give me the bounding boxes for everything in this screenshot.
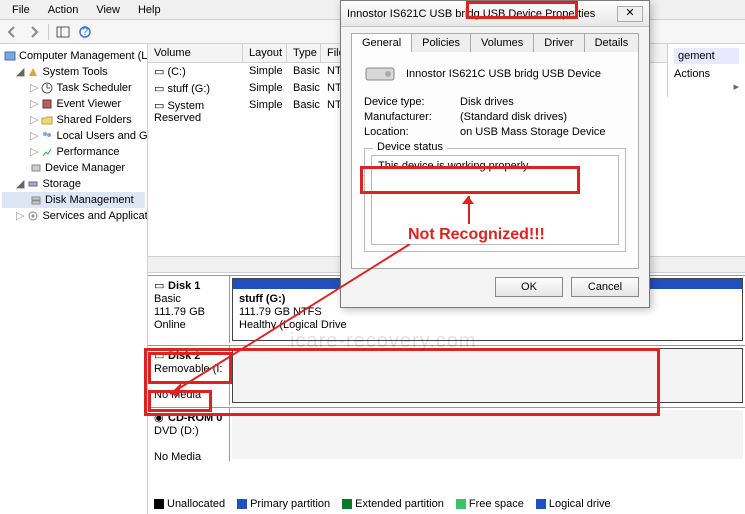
tree-event-viewer[interactable]: ▷Event Viewer bbox=[2, 96, 145, 112]
tree-services[interactable]: ▷Services and Applications bbox=[2, 208, 145, 224]
ok-button[interactable]: OK bbox=[495, 277, 563, 297]
tree-system-tools[interactable]: ◢System Tools bbox=[2, 64, 145, 80]
device-type: Disk drives bbox=[460, 96, 514, 108]
disk-row-2[interactable]: ▭Disk 2 Removable (I: No Media bbox=[148, 345, 745, 405]
tab-policies[interactable]: Policies bbox=[411, 33, 471, 52]
menu-help[interactable]: Help bbox=[130, 2, 169, 18]
tree-device-manager[interactable]: Device Manager bbox=[2, 160, 145, 176]
cdrom-partition[interactable] bbox=[232, 410, 743, 459]
disk2-label: ▭Disk 2 Removable (I: No Media bbox=[148, 346, 230, 405]
disk1-label: ▭Disk 1 Basic 111.79 GB Online bbox=[148, 276, 230, 343]
annotation-text: Not Recognized!!! bbox=[408, 226, 545, 244]
device-name: Innostor IS621C USB bridg USB Device bbox=[406, 68, 601, 80]
help-icon[interactable]: ? bbox=[77, 24, 93, 40]
tab-details[interactable]: Details bbox=[584, 33, 640, 52]
close-icon[interactable]: ✕ bbox=[617, 6, 643, 22]
tree-task-scheduler[interactable]: ▷Task Scheduler bbox=[2, 80, 145, 96]
actions-pane: gement Actions ▸ bbox=[667, 44, 745, 97]
tab-driver[interactable]: Driver bbox=[533, 33, 584, 52]
nav-tree[interactable]: Computer Management (Local ◢System Tools… bbox=[0, 44, 148, 514]
col-volume[interactable]: Volume bbox=[148, 44, 243, 62]
show-hide-icon[interactable] bbox=[55, 24, 71, 40]
tree-local-users[interactable]: ▷Local Users and Groups bbox=[2, 128, 145, 144]
tab-volumes[interactable]: Volumes bbox=[470, 33, 534, 52]
tree-performance[interactable]: ▷Performance bbox=[2, 144, 145, 160]
disk-map: ▭Disk 1 Basic 111.79 GB Online stuff (G:… bbox=[148, 273, 745, 514]
chevron-right-icon[interactable]: ▸ bbox=[733, 80, 739, 93]
menu-view[interactable]: View bbox=[88, 2, 128, 18]
watermark: icare-recovery.com bbox=[290, 330, 477, 353]
tab-general[interactable]: General bbox=[351, 33, 412, 52]
back-icon[interactable] bbox=[4, 24, 20, 40]
svg-text:?: ? bbox=[82, 26, 88, 38]
col-type[interactable]: Type bbox=[287, 44, 321, 62]
location: on USB Mass Storage Device bbox=[460, 126, 606, 138]
disk2-partition[interactable] bbox=[232, 348, 743, 403]
tree-storage[interactable]: ◢Storage bbox=[2, 176, 145, 192]
menu-action[interactable]: Action bbox=[40, 2, 87, 18]
dialog-tabs: General Policies Volumes Driver Details bbox=[351, 33, 639, 52]
cancel-button[interactable]: Cancel bbox=[571, 277, 639, 297]
cdrom-label: ◉CD-ROM 0 DVD (D:) No Media bbox=[148, 408, 230, 461]
tree-shared-folders[interactable]: ▷Shared Folders bbox=[2, 112, 145, 128]
disk-row-cd[interactable]: ◉CD-ROM 0 DVD (D:) No Media bbox=[148, 407, 745, 461]
disk-drive-icon bbox=[364, 62, 396, 86]
col-layout[interactable]: Layout bbox=[243, 44, 287, 62]
forward-icon[interactable] bbox=[26, 24, 42, 40]
manufacturer: (Standard disk drives) bbox=[460, 111, 567, 123]
tree-disk-management[interactable]: Disk Management bbox=[2, 192, 145, 208]
menu-file[interactable]: File bbox=[4, 2, 38, 18]
tree-root[interactable]: Computer Management (Local bbox=[2, 48, 145, 64]
dialog-titlebar[interactable]: Innostor IS621C USB bridg USB Device Pro… bbox=[341, 1, 649, 27]
device-properties-dialog: Innostor IS621C USB bridg USB Device Pro… bbox=[340, 0, 650, 308]
actions-header: gement bbox=[674, 48, 739, 64]
legend: Unallocated Primary partition Extended p… bbox=[150, 496, 615, 512]
actions-item[interactable]: Actions bbox=[674, 68, 739, 80]
